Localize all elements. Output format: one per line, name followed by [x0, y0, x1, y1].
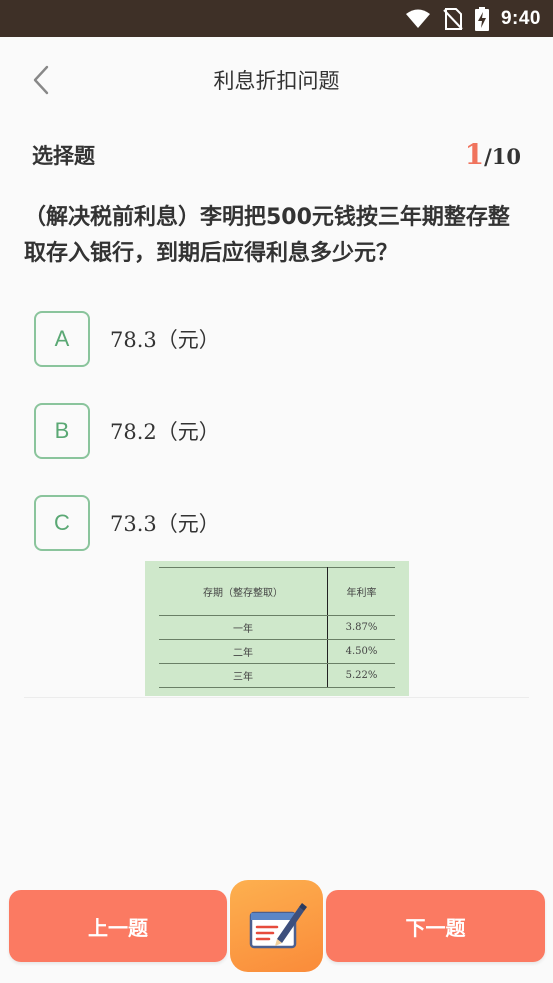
interest-rate-table-image: 存期（整存整取） 年利率 一年 3.87% 二年 4.50% 三年 5.22% — [145, 561, 409, 696]
table-cell: 4.50% — [327, 639, 395, 664]
progress-total: /10 — [484, 144, 521, 169]
content-divider — [24, 697, 529, 698]
option-text: 78.3（元） — [110, 328, 220, 352]
status-bar: 9:40 — [0, 0, 553, 37]
table-cell: 三年 — [159, 663, 328, 688]
table-cell: 5.22% — [327, 663, 395, 688]
progress-current: 1 — [464, 138, 485, 171]
option-b[interactable]: B 78.2（元） — [34, 403, 220, 459]
table-header-cell: 年利率 — [327, 567, 395, 616]
option-letter: C — [34, 495, 90, 551]
question-progress: 1/10 — [465, 138, 521, 171]
option-a[interactable]: A 78.3（元） — [34, 311, 220, 367]
question-type-label: 选择题 — [32, 144, 95, 168]
back-button[interactable] — [22, 61, 60, 99]
status-time: 9:40 — [500, 7, 541, 29]
table-header-row: 存期（整存整取） 年利率 — [159, 567, 395, 616]
option-text: 73.3（元） — [110, 512, 220, 536]
page-title: 利息折扣问题 — [213, 69, 340, 93]
wifi-icon — [405, 9, 430, 28]
table-cell: 一年 — [159, 615, 328, 640]
next-question-button[interactable]: 下一题 — [326, 890, 545, 962]
table-header-cell: 存期（整存整取） — [159, 567, 328, 616]
table-row: 三年 5.22% — [159, 663, 395, 688]
option-letter: A — [34, 311, 90, 367]
nav-bar: 利息折扣问题 — [0, 37, 553, 123]
bottom-bar: 上一题 下一题 — [0, 880, 553, 983]
question-text: （解决税前利息）李明把500元钱按三年期整存整取存入银行，到期后应得利息多少元？ — [24, 205, 510, 266]
battery-charging-icon — [474, 6, 489, 31]
table-cell: 3.87% — [327, 615, 395, 640]
table-row: 二年 4.50% — [159, 639, 395, 664]
previous-question-button[interactable]: 上一题 — [9, 890, 227, 962]
option-letter: B — [34, 403, 90, 459]
option-text: 78.2（元） — [110, 420, 220, 444]
interest-rate-table: 存期（整存整取） 年利率 一年 3.87% 二年 4.50% 三年 5.22% — [159, 567, 395, 688]
no-sim-icon — [443, 7, 463, 30]
notepad-pen-icon — [249, 903, 307, 949]
draft-button[interactable] — [230, 880, 323, 972]
table-row: 一年 3.87% — [159, 615, 395, 640]
chevron-left-icon — [33, 65, 49, 95]
table-cell: 二年 — [159, 639, 328, 664]
option-c[interactable]: C 73.3（元） — [34, 495, 220, 551]
